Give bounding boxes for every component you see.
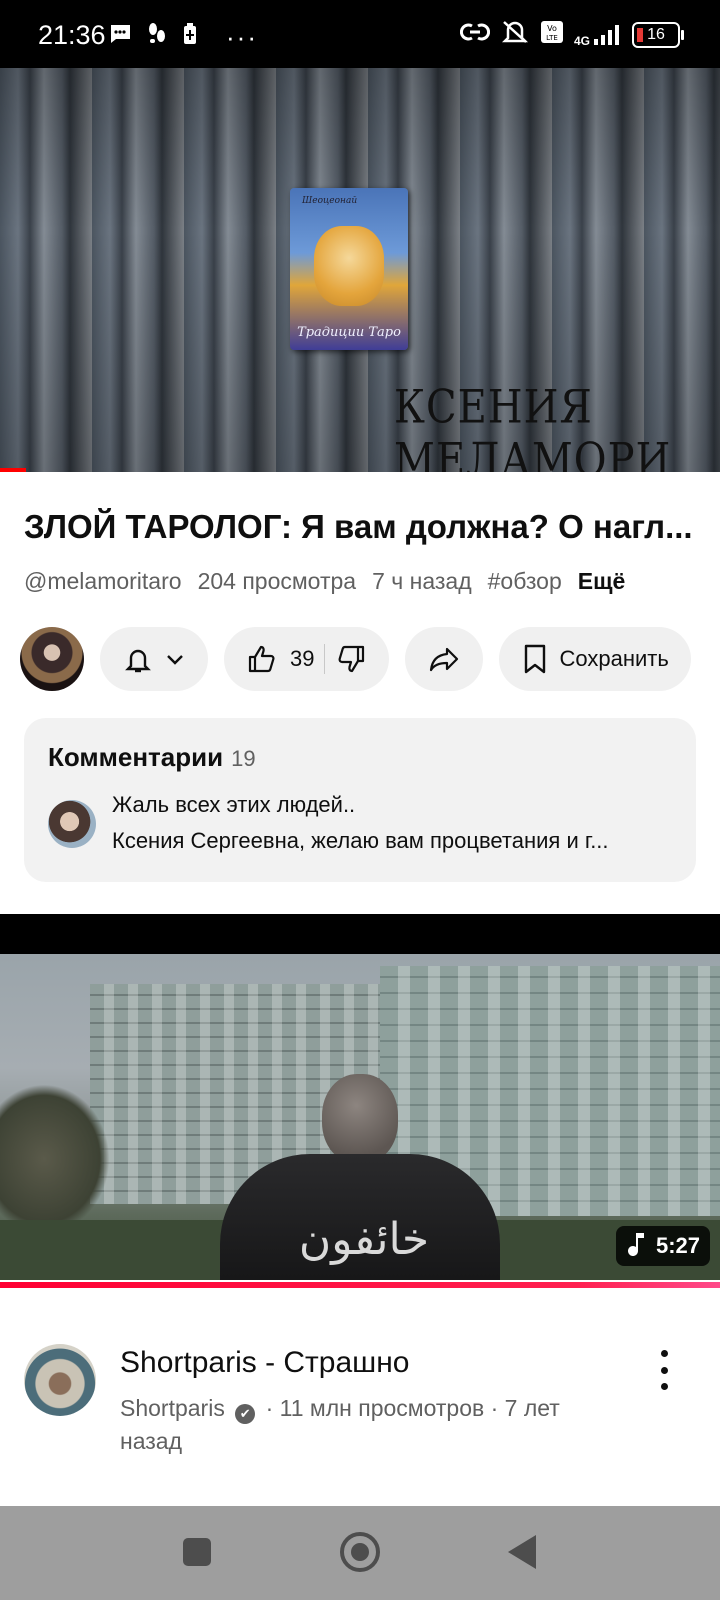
thumbs-down-icon xyxy=(338,645,365,673)
chevron-down-icon xyxy=(164,648,186,670)
volte-icon: Vo LTE xyxy=(540,20,564,49)
channel-handle[interactable]: @melamoritaro xyxy=(24,568,182,595)
comments-heading: Комментарии 19 xyxy=(48,742,256,773)
person-head xyxy=(322,1074,398,1164)
steps-icon xyxy=(146,22,168,51)
dislike-button[interactable] xyxy=(335,643,367,675)
comment-text-2: Ксения Сергеевна, желаю вам процветания … xyxy=(112,828,609,853)
next-video-meta: Shortparis ✔ · 11 млн просмотров · 7 лет… xyxy=(120,1392,590,1458)
next-channel-name[interactable]: Shortparis xyxy=(120,1395,225,1421)
like-count: 39 xyxy=(290,646,315,671)
mute-icon xyxy=(500,18,530,51)
video-meta: @melamoritaro 204 просмотра 7 ч назад #о… xyxy=(24,568,625,595)
status-icons-left: ··· xyxy=(108,22,258,51)
status-time: 21:36 xyxy=(38,20,106,50)
channel-avatar[interactable] xyxy=(20,627,84,691)
next-channel-avatar[interactable] xyxy=(24,1344,96,1416)
tarot-box-top-text: Шеоцеонай xyxy=(302,196,358,206)
status-icons-right: Vo LTE 4G 16 xyxy=(459,18,684,51)
battery-level: 16 xyxy=(647,25,665,43)
bell-icon xyxy=(122,643,154,675)
tarot-deck-box: Шеоцеонай Традиции Таро xyxy=(290,188,408,350)
recents-button[interactable] xyxy=(183,1538,211,1566)
signal-icon: 4G xyxy=(574,23,622,47)
battery-saver-icon xyxy=(182,22,198,51)
thumbnail-watermark: КСЕНИЯ МЕЛАМОРИ xyxy=(394,381,672,472)
comments-count: 19 xyxy=(231,746,256,771)
commenter-avatar xyxy=(48,800,96,848)
save-label: Сохранить xyxy=(559,646,669,671)
next-video-title[interactable]: Shortparis - Страшно xyxy=(120,1346,409,1380)
like-button[interactable]: 39 xyxy=(246,643,314,675)
duration-badge: 5:27 xyxy=(615,1226,710,1266)
thumbnail-trees xyxy=(0,1084,110,1234)
action-row: 39 Сохранить xyxy=(20,626,691,692)
bookmark-icon xyxy=(521,643,549,675)
verified-badge-icon: ✔ xyxy=(235,1404,256,1424)
battery-icon: 16 xyxy=(632,21,684,48)
more-options-icon[interactable] xyxy=(652,1350,676,1390)
back-button[interactable] xyxy=(508,1535,536,1569)
comments-title: Комментарии xyxy=(48,742,224,772)
subscribe-bell-button[interactable] xyxy=(100,627,208,691)
duration-text: 5:27 xyxy=(655,1233,700,1258)
comments-card[interactable]: Комментарии 19 Жаль всех этих людей.. Ксе… xyxy=(24,718,696,882)
thumbnail-person: خائفون xyxy=(220,1074,500,1280)
save-button[interactable]: Сохранить xyxy=(499,627,691,691)
watched-progress-bar xyxy=(0,1282,720,1288)
comment-text-1: Жаль всех этих людей.. xyxy=(112,792,356,817)
network-type: 4G xyxy=(573,33,590,48)
hashtag-link[interactable]: #обзор xyxy=(488,568,562,595)
more-button[interactable]: Ещё xyxy=(578,568,626,595)
thumbs-up-icon xyxy=(246,643,278,675)
svg-text:LTE: LTE xyxy=(546,34,558,42)
link-icon xyxy=(459,20,491,49)
music-note-icon xyxy=(626,1230,648,1262)
message-icon xyxy=(108,23,132,50)
jacket-text: خائفون xyxy=(298,1214,430,1265)
next-video-thumbnail[interactable]: خائفون 5:27 xyxy=(0,954,720,1280)
more-dots-icon: ··· xyxy=(226,21,258,52)
view-count: 204 просмотра xyxy=(197,568,357,594)
video-player[interactable]: Шеоцеонай Традиции Таро КСЕНИЯ МЕЛАМОРИ xyxy=(0,68,720,472)
tarot-illustration xyxy=(314,226,384,306)
share-icon xyxy=(427,643,461,675)
thumbnail-letterbox xyxy=(0,914,720,954)
like-divider xyxy=(324,644,326,674)
tarot-box-label: Традиции Таро xyxy=(297,325,401,340)
status-bar: 21:36 ··· Vo LTE 4G 16 xyxy=(0,0,720,68)
video-title[interactable]: ЗЛОЙ ТАРОЛОГ: Я вам должна? О нагл... xyxy=(24,508,696,546)
like-dislike-group: 39 xyxy=(224,627,390,691)
share-button[interactable] xyxy=(405,627,484,691)
upload-time: 7 ч назад xyxy=(372,568,472,594)
home-button[interactable] xyxy=(340,1532,380,1572)
svg-text:Vo: Vo xyxy=(547,24,557,33)
